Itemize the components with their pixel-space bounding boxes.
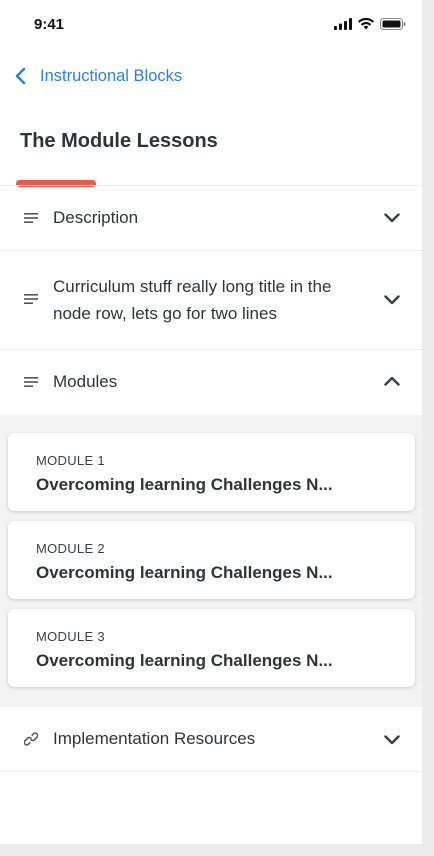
lines-icon — [24, 213, 38, 223]
module-title: Overcoming learning Challenges N... — [36, 651, 333, 670]
screen: 9:41 Instructional Blocks The Module Les… — [0, 0, 422, 844]
module-card[interactable]: MODULE 3 Overcoming learning Challenges … — [8, 609, 415, 687]
resources-row[interactable]: Implementation Resources — [0, 707, 422, 771]
module-title: Overcoming learning Challenges N... — [36, 563, 333, 582]
signal-icon — [334, 18, 352, 30]
module-kicker: MODULE 3 — [36, 629, 105, 644]
wifi-icon — [358, 18, 374, 30]
chevron-down-icon — [384, 295, 400, 305]
lines-icon — [24, 294, 38, 304]
module-card[interactable]: MODULE 1 Overcoming learning Challenges … — [8, 433, 415, 511]
divider — [0, 771, 422, 772]
status-bar: 9:41 — [0, 0, 422, 52]
chevron-left-icon — [15, 67, 26, 85]
modules-label: Modules — [53, 372, 118, 391]
back-label: Instructional Blocks — [40, 66, 183, 85]
module-card[interactable]: MODULE 2 Overcoming learning Challenges … — [8, 521, 415, 599]
lines-icon — [24, 377, 38, 387]
link-icon — [24, 732, 38, 746]
chevron-down-icon — [384, 735, 400, 745]
curriculum-label: Curriculum stuff really long title in th… — [53, 277, 332, 323]
module-kicker: MODULE 2 — [36, 541, 105, 556]
module-title: Overcoming learning Challenges N... — [36, 475, 333, 494]
chevron-down-icon — [384, 213, 400, 223]
description-row[interactable]: Description — [0, 186, 422, 250]
modules-row[interactable]: Modules — [0, 350, 422, 414]
modules-panel: MODULE 1 Overcoming learning Challenges … — [0, 415, 422, 707]
curriculum-row[interactable]: Curriculum stuff really long title in th… — [0, 251, 422, 349]
status-time: 9:41 — [34, 16, 65, 33]
chevron-up-icon — [384, 376, 400, 386]
description-label: Description — [53, 208, 139, 227]
back-button[interactable]: Instructional Blocks — [12, 62, 182, 90]
resources-label: Implementation Resources — [53, 729, 256, 748]
battery-icon — [380, 18, 406, 30]
module-kicker: MODULE 1 — [36, 453, 105, 468]
bottom-strip — [0, 844, 434, 856]
status-icons — [334, 18, 406, 30]
page-title: The Module Lessons — [20, 130, 218, 152]
